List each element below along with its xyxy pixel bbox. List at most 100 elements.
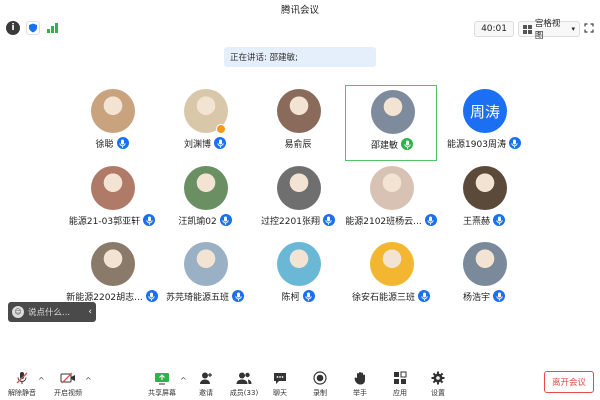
avatar [463, 242, 507, 286]
start-video-button[interactable]: 开启视频 [48, 368, 88, 398]
apps-icon [391, 371, 409, 385]
microphone-icon [214, 137, 226, 149]
record-label: 录制 [313, 389, 327, 397]
bottom-toolbar: 解除静音 ^ 开启视频 ^ 共享屏幕 ^ 邀请 成员(33) 聊天 录制 举手 … [0, 368, 600, 400]
microphone-icon [508, 137, 521, 149]
avatar [184, 166, 228, 210]
participant-name-row: 杨浩宇 [438, 289, 530, 303]
participant-name-row: 陈柯 [252, 289, 344, 303]
participant-name-row: 刘渊博 [159, 136, 251, 150]
raise-hand-label: 举手 [353, 389, 367, 397]
invite-button[interactable]: 邀请 [186, 368, 226, 398]
microphone-icon [493, 290, 505, 302]
chat-icon [271, 371, 289, 385]
participant-name: 徐聪 [95, 139, 114, 150]
participant-name: 杨浩宇 [462, 292, 490, 303]
record-button[interactable]: 录制 [300, 368, 340, 398]
apps-button[interactable]: 应用 [380, 368, 420, 398]
start-video-label: 开启视频 [54, 389, 82, 397]
microphone-icon [418, 290, 430, 302]
chevron-left-icon[interactable]: ‹ [88, 307, 92, 317]
participant-tile[interactable]: 杨浩宇 [438, 238, 530, 314]
participant-name-row: 能源21-03郭亚轩 [66, 213, 158, 227]
participant-name-row: 能源1903周涛 [438, 136, 530, 150]
participant-tile[interactable]: 王熹赫 [438, 162, 530, 238]
members-label: 成员(33) [229, 389, 259, 397]
microphone-icon [143, 214, 156, 226]
participant-name: 邵建敏 [370, 140, 398, 151]
chat-quick-input[interactable]: ☺ 说点什么... ‹ [8, 302, 96, 322]
microphone-icon [145, 290, 158, 302]
grid-view-button[interactable]: 宫格视图 ▾ [518, 19, 580, 41]
fullscreen-icon[interactable] [582, 21, 596, 35]
participant-name-row: 苏芫琦能源五班 [159, 289, 251, 303]
settings-button[interactable]: 设置 [418, 368, 458, 398]
avatar [371, 90, 415, 134]
participant-name-row: 徐安石能源三班 [345, 289, 437, 303]
microphone-icon [302, 290, 315, 302]
avatar: 周涛 [463, 89, 507, 133]
participant-name: 陈柯 [281, 292, 300, 303]
raise-hand-button[interactable]: 举手 [340, 368, 380, 398]
share-screen-button[interactable]: 共享屏幕 [142, 368, 182, 398]
participant-name: 汪凯瑜02 [178, 216, 217, 227]
microphone-muted-icon [13, 371, 31, 385]
participant-name-row: 易俞辰 [252, 136, 344, 150]
participant-tile[interactable]: 徐聪 [66, 85, 158, 161]
share-screen-label: 共享屏幕 [148, 389, 176, 397]
share-screen-icon [153, 371, 171, 385]
participant-tile[interactable]: 邵建敏 [345, 85, 437, 161]
apps-label: 应用 [393, 389, 407, 397]
chevron-up-icon[interactable]: ^ [85, 376, 92, 385]
settings-label: 设置 [431, 389, 445, 397]
participant-name: 新能源2202胡志... [66, 292, 143, 303]
unmute-button[interactable]: 解除静音 [2, 368, 42, 398]
chat-button[interactable]: 聊天 [260, 368, 300, 398]
participant-name: 苏芫琦能源五班 [165, 292, 229, 303]
info-icon[interactable]: i [6, 21, 20, 35]
shield-icon[interactable] [26, 21, 40, 35]
microphone-icon [116, 137, 129, 149]
leave-meeting-button[interactable]: 离开会议 [544, 371, 594, 393]
participant-name: 能源1903周涛 [447, 139, 506, 150]
members-button[interactable]: 成员(33) [224, 368, 264, 398]
meeting-timer: 40:01 [474, 21, 514, 37]
participant-tile[interactable]: 过控2201张翔 [252, 162, 344, 238]
members-icon [235, 371, 253, 385]
participant-name: 能源2102班杨云... [345, 216, 422, 227]
participant-tile[interactable]: 易俞辰 [252, 85, 344, 161]
participant-name: 王熹赫 [462, 216, 490, 227]
avatar [277, 89, 321, 133]
participant-tile[interactable]: 汪凯瑜02 [159, 162, 251, 238]
participant-name-row: 王熹赫 [438, 213, 530, 227]
participant-tile[interactable]: 能源2102班杨云... [345, 162, 437, 238]
invite-label: 邀请 [199, 389, 213, 397]
participant-tile[interactable]: 周涛能源1903周涛 [438, 85, 530, 161]
avatar [277, 166, 321, 210]
participant-tile[interactable]: 刘渊博 [159, 85, 251, 161]
participant-name-row: 能源2102班杨云... [345, 213, 437, 227]
participant-name-row: 汪凯瑜02 [159, 213, 251, 227]
participant-tile[interactable]: 徐安石能源三班 [345, 238, 437, 314]
gear-icon [429, 371, 447, 385]
participant-tile[interactable]: 陈柯 [252, 238, 344, 314]
active-speaker-text: 正在讲话: 邵建敏; [230, 53, 298, 63]
microphone-icon [424, 214, 437, 226]
participant-tile[interactable]: 苏芫琦能源五班 [159, 238, 251, 314]
participant-name: 能源21-03郭亚轩 [68, 216, 141, 227]
window-title: 腾讯会议 [280, 5, 319, 16]
avatar [370, 242, 414, 286]
network-signal-icon[interactable] [46, 21, 60, 35]
avatar [91, 89, 135, 133]
avatar [277, 242, 321, 286]
video-off-icon [59, 371, 77, 385]
active-speaker-banner: 正在讲话: 邵建敏; [224, 47, 376, 67]
chat-placeholder: 说点什么... [28, 308, 71, 318]
record-icon [311, 371, 329, 385]
microphone-icon [322, 214, 335, 226]
participant-name: 徐安石能源三班 [351, 292, 415, 303]
chevron-up-icon[interactable]: ^ [38, 376, 45, 385]
participant-tile[interactable]: 能源21-03郭亚轩 [66, 162, 158, 238]
raise-hand-icon [351, 371, 369, 385]
participant-name: 易俞辰 [284, 139, 312, 150]
